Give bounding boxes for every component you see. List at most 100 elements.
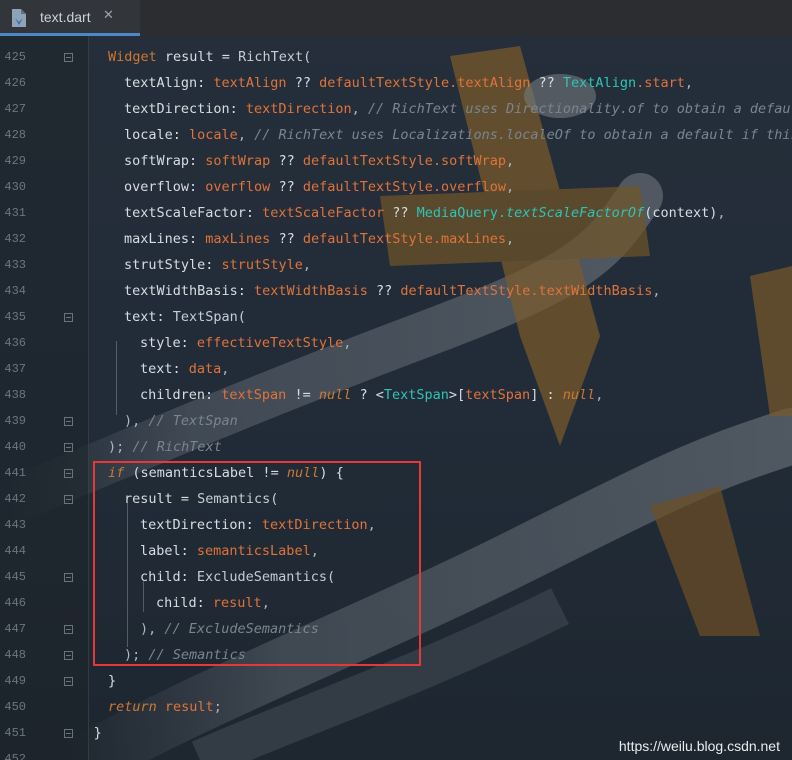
code-token: overflow: [205, 179, 271, 195]
code-token: );: [108, 439, 133, 455]
ide-window: text.dart ✕ 425 Widget result = RichText…: [0, 0, 792, 760]
code-text: ), // TextSpan: [124, 413, 238, 429]
line-number: 449: [4, 674, 26, 688]
code-line[interactable]: 437 text: data,: [0, 357, 792, 383]
code-text: Widget result = RichText(: [108, 49, 311, 65]
fold-marker-icon[interactable]: [64, 625, 73, 634]
highlight-box: [93, 461, 421, 666]
fold-marker-icon[interactable]: [64, 313, 73, 322]
code-token: }: [108, 673, 117, 689]
code-token: TextSpan: [383, 387, 449, 403]
code-token: textSpan: [221, 387, 287, 403]
code-line[interactable]: 428 locale: locale, // RichText uses Loca…: [0, 123, 792, 149]
line-number: 435: [4, 310, 26, 324]
code-line[interactable]: 425 Widget result = RichText(: [0, 45, 792, 71]
line-number: 446: [4, 596, 26, 610]
code-line[interactable]: 436 style: effectiveTextStyle,: [0, 331, 792, 357]
code-token: return: [108, 699, 165, 715]
code-token: textWidthBasis:: [124, 283, 255, 299]
code-text: strutStyle: strutStyle,: [124, 257, 311, 273]
line-number: 448: [4, 648, 26, 662]
code-text: }: [94, 725, 102, 741]
code-token: style:: [140, 335, 197, 351]
code-token: ??: [270, 231, 303, 247]
code-token: textScaleFactorOf: [506, 205, 645, 221]
line-number: 434: [4, 284, 26, 298]
code-token: TextSpan(: [172, 309, 246, 325]
fold-marker-icon[interactable]: [64, 677, 73, 686]
code-line[interactable]: 431 textScaleFactor: textScaleFactor ?? M…: [0, 201, 792, 227]
code-token: textScaleFactor:: [124, 205, 263, 221]
line-number: 451: [4, 726, 26, 740]
line-number: 436: [4, 336, 26, 350]
tab-label: text.dart: [40, 9, 91, 25]
code-text: overflow: overflow ?? defaultTextStyle.o…: [124, 179, 514, 195]
code-token: TextAlign: [562, 75, 637, 91]
code-line[interactable]: 432 maxLines: maxLines ?? defaultTextStyl…: [0, 227, 792, 253]
code-token: defaultTextStyle.maxLines: [302, 231, 507, 247]
code-token: ] :: [530, 387, 563, 403]
code-token: // RichText: [132, 439, 222, 455]
editor-tab-bar: text.dart ✕: [0, 0, 792, 37]
code-token: .start: [636, 75, 685, 91]
code-token: ,: [717, 205, 726, 221]
fold-marker-icon[interactable]: [64, 729, 73, 738]
line-number: 450: [4, 700, 26, 714]
code-line[interactable]: 449}: [0, 669, 792, 695]
code-token: ,: [351, 101, 368, 117]
code-token: ,: [595, 387, 604, 403]
code-editor[interactable]: 425 Widget result = RichText( 426 textAlign…: [0, 36, 792, 760]
fold-marker-icon[interactable]: [64, 417, 73, 426]
code-token: locale: [189, 127, 238, 143]
tab-text-dart[interactable]: text.dart ✕: [0, 0, 140, 36]
code-text: return result;: [108, 699, 222, 715]
code-token: softWrap:: [124, 153, 206, 169]
code-line[interactable]: 426 textAlign: textAlign ?? defaultTextSt…: [0, 71, 792, 97]
code-token: result: [164, 699, 214, 715]
code-token: ,: [302, 257, 311, 273]
code-token: textWidthBasis: [254, 283, 368, 299]
close-icon[interactable]: ✕: [103, 8, 114, 23]
fold-marker-icon[interactable]: [64, 53, 73, 62]
fold-marker-icon[interactable]: [64, 469, 73, 478]
line-number: 427: [4, 102, 26, 116]
code-line[interactable]: 450 return result;: [0, 695, 792, 721]
code-text: maxLines: maxLines ?? defaultTextStyle.m…: [124, 231, 514, 247]
code-line[interactable]: 435 text: TextSpan(: [0, 305, 792, 331]
code-token: ,: [221, 361, 230, 377]
code-token: overflow:: [124, 179, 206, 195]
code-token: strutStyle: [221, 257, 303, 273]
code-line[interactable]: 434 textWidthBasis: textWidthBasis ?? def…: [0, 279, 792, 305]
code-text: textDirection: textDirection, // RichTex…: [124, 101, 792, 117]
line-number: 432: [4, 232, 26, 246]
code-token: ??: [270, 179, 303, 195]
line-number: 425: [4, 50, 26, 64]
code-token: ??: [286, 75, 320, 91]
code-token: ,: [506, 231, 515, 247]
line-number: 442: [4, 492, 26, 506]
code-line[interactable]: 438 children: textSpan != null ? <TextSpa…: [0, 383, 792, 409]
code-line[interactable]: 440); // RichText: [0, 435, 792, 461]
code-token: // RichText uses Directionality.of to ob…: [367, 101, 792, 117]
code-token: defaultTextStyle.softWrap: [302, 153, 507, 169]
line-number: 430: [4, 180, 26, 194]
code-token: defaultTextStyle.textAlign: [319, 75, 531, 91]
code-token: result =: [164, 49, 239, 65]
code-token: textAlign:: [124, 75, 214, 91]
code-text: text: TextSpan(: [124, 309, 246, 325]
code-text: style: effectiveTextStyle,: [140, 335, 351, 351]
fold-marker-icon[interactable]: [64, 443, 73, 452]
code-text: textAlign: textAlign ?? defaultTextStyle…: [124, 75, 693, 91]
code-token: ? <: [351, 387, 384, 403]
fold-marker-icon[interactable]: [64, 495, 73, 504]
fold-marker-icon[interactable]: [64, 573, 73, 582]
line-number: 428: [4, 128, 26, 142]
code-line[interactable]: 429 softWrap: softWrap ?? defaultTextStyl…: [0, 149, 792, 175]
code-line[interactable]: 427 textDirection: textDirection, // Rich…: [0, 97, 792, 123]
code-line[interactable]: 430 overflow: overflow ?? defaultTextStyl…: [0, 175, 792, 201]
code-line[interactable]: 433 strutStyle: strutStyle,: [0, 253, 792, 279]
dart-file-icon: [12, 9, 26, 27]
fold-marker-icon[interactable]: [64, 651, 73, 660]
code-line[interactable]: 439), // TextSpan: [0, 409, 792, 435]
code-token: maxLines: [205, 231, 271, 247]
